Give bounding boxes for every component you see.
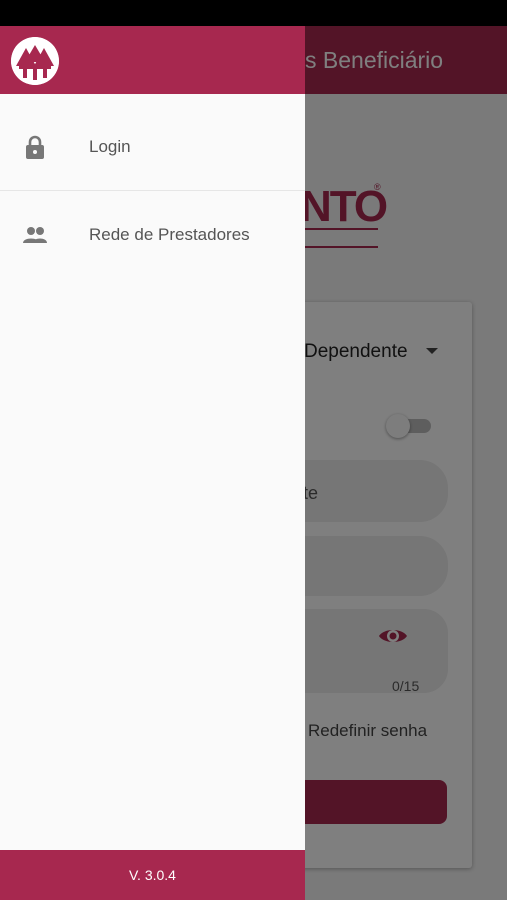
navigation-drawer: Login Rede de Prestadores V. 3.0.4 [0,26,305,900]
drawer-item-label: Rede de Prestadores [89,225,250,244]
company-logo-icon [11,37,59,85]
drawer-item-label: Login [89,137,131,156]
status-bar [0,0,507,26]
drawer-item-login[interactable]: Login [0,102,305,190]
drawer-item-provider-network[interactable]: Rede de Prestadores [0,190,305,278]
drawer-header [0,26,305,94]
drawer-footer: V. 3.0.4 [0,850,305,900]
people-icon [23,227,47,243]
app-version: V. 3.0.4 [129,867,176,883]
lock-icon [26,135,44,159]
